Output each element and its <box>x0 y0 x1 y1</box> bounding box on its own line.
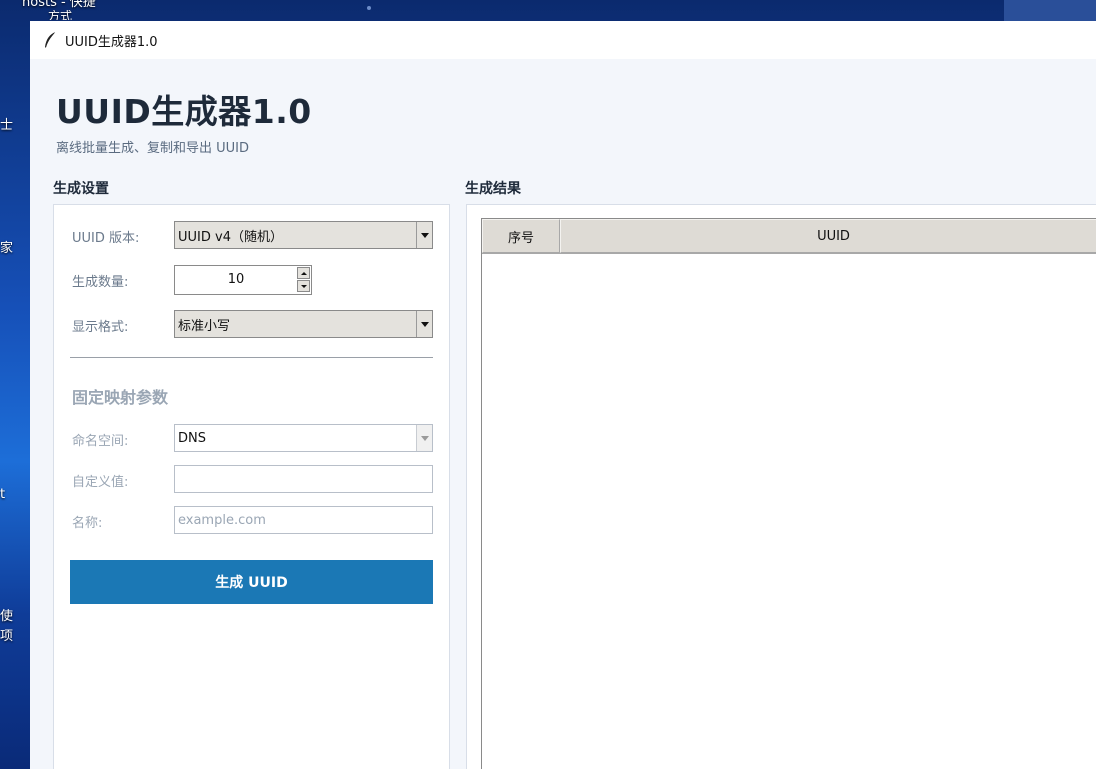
column-header-uuid[interactable]: UUID <box>560 219 1096 253</box>
namespace-select-value: DNS <box>178 430 206 446</box>
settings-section-label: 生成设置 <box>53 181 109 197</box>
version-select[interactable]: UUID v4（随机） <box>174 221 433 249</box>
app-window: UUID生成器1.0 UUID生成器1.0 离线批量生成、复制和导出 UUID … <box>30 21 1096 769</box>
column-header-index[interactable]: 序号 <box>482 219 560 253</box>
count-value[interactable]: 10 <box>175 266 297 294</box>
generate-uuid-button[interactable]: 生成 UUID <box>70 560 433 604</box>
chevron-down-icon[interactable] <box>416 425 432 451</box>
count-label: 生成数量: <box>72 275 129 290</box>
format-select-value: 标准小写 <box>178 318 231 334</box>
results-table[interactable]: 序号 UUID <box>481 218 1096 769</box>
name-input[interactable] <box>174 506 433 534</box>
window-title: UUID生成器1.0 <box>65 34 158 50</box>
desktop-icon-label-line2: 方式 <box>48 10 73 20</box>
desktop-icon-label-fragment[interactable]: 使 <box>0 609 13 625</box>
desktop-icon-label-fragment[interactable]: 家 <box>0 241 13 257</box>
decrement-arrow-icon[interactable] <box>297 280 310 292</box>
fixed-params-heading: 固定映射参数 <box>72 388 169 407</box>
table-header: 序号 UUID <box>482 219 1096 254</box>
version-select-value: UUID v4（随机） <box>178 229 283 245</box>
custom-value-label: 自定义值: <box>72 475 129 490</box>
page-title: UUID生成器1.0 <box>56 92 312 131</box>
chevron-down-icon[interactable] <box>416 222 432 248</box>
divider <box>70 357 433 358</box>
results-panel: 序号 UUID <box>466 204 1096 769</box>
desktop-icon-label-fragment[interactable]: 项 <box>0 629 13 645</box>
name-label: 名称: <box>72 516 103 531</box>
count-stepper[interactable]: 10 <box>174 265 312 295</box>
desktop-window-edge <box>1004 0 1096 21</box>
desktop-icon-label-fragment[interactable]: t <box>0 487 5 503</box>
namespace-label: 命名空间: <box>72 434 129 449</box>
namespace-select[interactable]: DNS <box>174 424 433 452</box>
chevron-down-icon[interactable] <box>416 311 432 337</box>
feather-icon <box>45 31 56 49</box>
title-bar[interactable]: UUID生成器1.0 <box>30 21 1096 59</box>
settings-panel: UUID 版本: UUID v4（随机） 生成数量: 10 显示格式: 标准小写… <box>53 204 450 769</box>
desktop-dot <box>367 6 371 10</box>
format-label: 显示格式: <box>72 320 129 335</box>
custom-value-input[interactable] <box>174 465 433 493</box>
increment-arrow-icon[interactable] <box>297 267 310 279</box>
results-section-label: 生成结果 <box>465 181 521 197</box>
format-select[interactable]: 标准小写 <box>174 310 433 338</box>
desktop-icon-label-fragment[interactable]: 士 <box>0 118 13 134</box>
version-label: UUID 版本: <box>72 231 140 246</box>
page-subtitle: 离线批量生成、复制和导出 UUID <box>56 141 250 156</box>
